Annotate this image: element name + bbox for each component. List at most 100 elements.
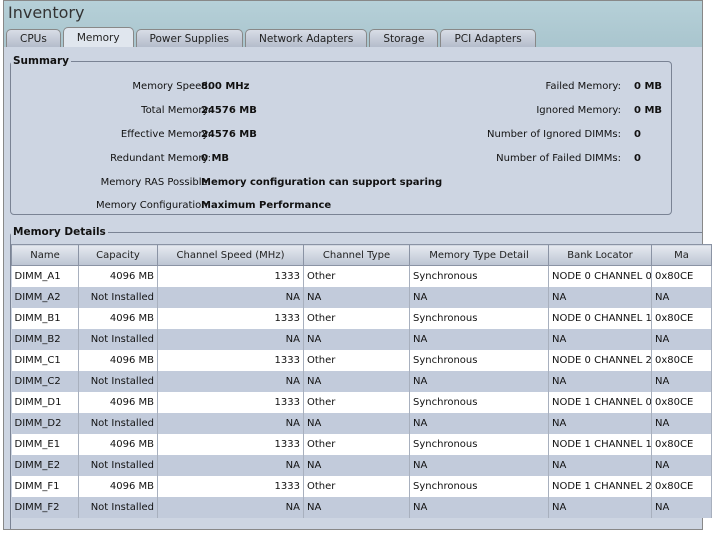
table-cell: NA bbox=[303, 412, 410, 434]
column-header[interactable]: Name bbox=[11, 244, 79, 266]
summary-value: 0 MB bbox=[634, 81, 663, 92]
table-cell: NA bbox=[548, 370, 652, 392]
tab-pci-adapters[interactable]: PCI Adapters bbox=[440, 29, 536, 47]
table-cell: NA bbox=[548, 286, 652, 308]
table-cell: NODE 1 CHANNEL 1 bbox=[548, 433, 652, 455]
tab-power-supplies[interactable]: Power Supplies bbox=[135, 29, 244, 47]
table-cell: NA bbox=[409, 454, 549, 476]
table-cell: NA bbox=[548, 454, 652, 476]
table-cell: NA bbox=[157, 496, 304, 518]
tab-bar: CPUs Memory Power Supplies Network Adapters… bbox=[6, 27, 536, 47]
tab-memory[interactable]: Memory bbox=[62, 27, 134, 47]
column-header[interactable]: Ma bbox=[651, 244, 712, 266]
table-cell: DIMM_F2 bbox=[11, 496, 79, 518]
table-cell: Synchronous bbox=[409, 433, 549, 455]
table-row[interactable]: DIMM_E1 4096 MB 1333 Other Synchronous NODE 1… bbox=[11, 433, 712, 455]
title-bar: Inventory CPUs Memory Power Supplies Networ… bbox=[4, 1, 702, 47]
table-row[interactable]: DIMM_D1 4096 MB 1333 Other Synchronous NODE 1… bbox=[11, 391, 712, 413]
table-row[interactable]: DIMM_A1 4096 MB 1333 Other Synchronous NODE 0… bbox=[11, 265, 712, 287]
table-cell: 1333 bbox=[157, 349, 304, 371]
summary-value: 24576 MB bbox=[201, 129, 257, 140]
table-cell: NA bbox=[409, 412, 549, 434]
table-cell: Not Installed bbox=[78, 328, 158, 350]
table-row[interactable]: DIMM_B1 4096 MB 1333 Other Synchronous NODE 0… bbox=[11, 307, 712, 329]
table-cell: NA bbox=[548, 328, 652, 350]
table-cell: 0x80CE bbox=[651, 265, 712, 287]
column-header[interactable]: Memory Type Detail bbox=[409, 244, 549, 266]
column-header[interactable]: Bank Locator bbox=[548, 244, 652, 266]
summary-value: Memory configuration can support sparing bbox=[201, 177, 443, 188]
memory-details-table: Name Capacity Channel Speed (MHz) Channel T… bbox=[11, 244, 712, 518]
table-cell: 4096 MB bbox=[78, 349, 158, 371]
column-header[interactable]: Channel Speed (MHz) bbox=[157, 244, 304, 266]
summary-label: Number of Failed DIMMs: bbox=[496, 153, 621, 164]
table-cell: NA bbox=[651, 454, 712, 476]
table-cell: Not Installed bbox=[78, 370, 158, 392]
table-cell: DIMM_D1 bbox=[11, 391, 79, 413]
table-cell: Not Installed bbox=[78, 496, 158, 518]
table-row[interactable]: DIMM_F1 4096 MB 1333 Other Synchronous NODE 1… bbox=[11, 475, 712, 497]
table-cell: NODE 0 CHANNEL 1 bbox=[548, 307, 652, 329]
table-row[interactable]: DIMM_E2 Not Installed NA NA NA NA NA bbox=[11, 454, 712, 476]
table-cell: 1333 bbox=[157, 391, 304, 413]
summary-value: Maximum Performance bbox=[201, 200, 332, 211]
table-cell: NA bbox=[651, 412, 712, 434]
column-header[interactable]: Capacity bbox=[78, 244, 158, 266]
table-cell: NA bbox=[303, 328, 410, 350]
table-cell: NA bbox=[157, 454, 304, 476]
table-cell: Other bbox=[303, 307, 410, 329]
summary-label: Memory RAS Possible: bbox=[100, 177, 211, 188]
table-row[interactable]: DIMM_D2 Not Installed NA NA NA NA NA bbox=[11, 412, 712, 434]
table-row[interactable]: DIMM_C1 4096 MB 1333 Other Synchronous NODE 0… bbox=[11, 349, 712, 371]
tab-network-adapters[interactable]: Network Adapters bbox=[245, 29, 368, 47]
table-row[interactable]: DIMM_B2 Not Installed NA NA NA NA NA bbox=[11, 328, 712, 350]
table-cell: DIMM_E2 bbox=[11, 454, 79, 476]
table-cell: 4096 MB bbox=[78, 475, 158, 497]
table-cell: Other bbox=[303, 265, 410, 287]
table-cell: 1333 bbox=[157, 475, 304, 497]
table-cell: NODE 0 CHANNEL 2 bbox=[548, 349, 652, 371]
table-cell: Other bbox=[303, 475, 410, 497]
table-row[interactable]: DIMM_A2 Not Installed NA NA NA NA NA bbox=[11, 286, 712, 308]
table-cell: NA bbox=[303, 286, 410, 308]
table-cell: DIMM_C1 bbox=[11, 349, 79, 371]
table-cell: NODE 1 CHANNEL 0 bbox=[548, 391, 652, 413]
summary-value: 0 MB bbox=[634, 105, 663, 116]
summary-label: Redundant Memory: bbox=[110, 153, 211, 164]
table-cell: DIMM_C2 bbox=[11, 370, 79, 392]
table-cell: NA bbox=[303, 496, 410, 518]
summary-value: 0 bbox=[634, 129, 641, 140]
table-cell: DIMM_F1 bbox=[11, 475, 79, 497]
summary-legend: Summary bbox=[13, 55, 70, 67]
table-cell: NA bbox=[303, 370, 410, 392]
table-cell: NA bbox=[409, 370, 549, 392]
details-legend: Memory Details bbox=[13, 226, 106, 238]
table-row[interactable]: DIMM_C2 Not Installed NA NA NA NA NA bbox=[11, 370, 712, 392]
summary-value: 24576 MB bbox=[201, 105, 257, 116]
summary-label: Failed Memory: bbox=[545, 81, 621, 92]
table-cell: NA bbox=[409, 286, 549, 308]
table-cell: Synchronous bbox=[409, 349, 549, 371]
table-cell: Other bbox=[303, 391, 410, 413]
table-cell: NA bbox=[651, 328, 712, 350]
table-cell: NA bbox=[157, 286, 304, 308]
table-cell: 1333 bbox=[157, 307, 304, 329]
summary-label: Memory Speed: bbox=[132, 81, 211, 92]
table-cell: 1333 bbox=[157, 433, 304, 455]
tab-cpus[interactable]: CPUs bbox=[6, 29, 61, 47]
column-header[interactable]: Channel Type bbox=[303, 244, 410, 266]
table-cell: DIMM_A2 bbox=[11, 286, 79, 308]
table-cell: 0x80CE bbox=[651, 475, 712, 497]
table-cell: Other bbox=[303, 433, 410, 455]
table-cell: 4096 MB bbox=[78, 433, 158, 455]
tab-storage[interactable]: Storage bbox=[369, 29, 439, 47]
table-cell: 0x80CE bbox=[651, 307, 712, 329]
table-cell: NA bbox=[548, 496, 652, 518]
table-row[interactable]: DIMM_F2 Not Installed NA NA NA NA NA bbox=[11, 496, 712, 518]
table-cell: NODE 0 CHANNEL 0 bbox=[548, 265, 652, 287]
window-title: Inventory bbox=[8, 3, 85, 22]
table-cell: 4096 MB bbox=[78, 391, 158, 413]
summary-label: Memory Configuration: bbox=[95, 200, 211, 211]
summary-label: Effective Memory: bbox=[120, 129, 211, 140]
summary-panel: Summary Memory Speed: 800 MHz Total Memory… bbox=[10, 55, 672, 215]
